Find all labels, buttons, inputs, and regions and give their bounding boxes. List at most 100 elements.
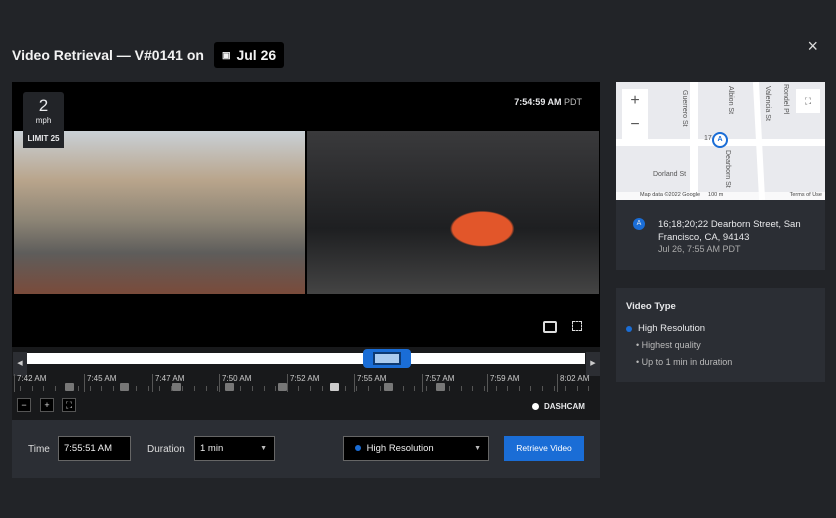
- camera-icon[interactable]: [225, 383, 234, 391]
- scroll-right-button[interactable]: ▶: [586, 352, 600, 376]
- time-input[interactable]: 7:55:51 AM: [58, 436, 131, 461]
- map-zoom-out[interactable]: −: [622, 113, 648, 137]
- timeline-minor-tick: [402, 386, 404, 391]
- timeline-label: 7:55 AM: [357, 374, 387, 383]
- fit-button[interactable]: ⛶: [62, 398, 76, 412]
- timeline-minor-tick: [54, 386, 56, 391]
- timeline-minor-tick: [147, 386, 149, 391]
- timeline-minor-tick: [263, 386, 265, 391]
- timeline-label: 7:45 AM: [87, 374, 117, 383]
- timeline-minor-tick: [518, 386, 520, 391]
- map-attribution: Map data ©2022 Google 100 m Terms of Use: [616, 192, 825, 200]
- timeline-minor-tick: [588, 386, 590, 391]
- timeline-minor-tick: [89, 386, 91, 391]
- timeline-tick: [219, 374, 220, 392]
- layout-grid-icon[interactable]: [543, 321, 557, 333]
- timeline-minor-tick: [576, 386, 578, 391]
- timeline-minor-tick: [252, 386, 253, 391]
- timeline-label: 7:52 AM: [290, 374, 320, 383]
- close-icon[interactable]: ×: [807, 36, 818, 57]
- timeline-label: 7:57 AM: [425, 374, 455, 383]
- timeline-minor-tick: [530, 386, 532, 391]
- timeline-minor-tick: [449, 386, 451, 391]
- camera-icon[interactable]: [172, 383, 181, 391]
- timeline-selection-handle[interactable]: [363, 349, 411, 368]
- duration-select[interactable]: 1 min ▼: [194, 436, 275, 461]
- timeline-minor-tick: [368, 386, 369, 391]
- timeline-minor-tick: [321, 386, 323, 391]
- timeline-minor-tick: [240, 386, 242, 391]
- timeline-tick: [557, 374, 558, 392]
- timeline-minor-tick: [275, 386, 277, 391]
- timeline-minor-tick: [310, 386, 311, 391]
- speed-value: 2: [38, 96, 49, 115]
- timeline-minor-tick: [205, 386, 207, 391]
- zoom-in-button[interactable]: +: [40, 398, 54, 412]
- camera-icon[interactable]: [384, 383, 393, 391]
- timeline-minor-tick: [356, 386, 358, 391]
- timeline-minor-tick: [101, 386, 103, 391]
- timeline-minor-tick: [553, 386, 555, 391]
- timeline-minor-tick: [78, 386, 79, 391]
- map[interactable]: Guerrero St Albion St Valencia St Rondel…: [616, 82, 825, 200]
- camera-icon[interactable]: [120, 383, 129, 391]
- timeline-minor-tick: [112, 386, 114, 391]
- camera-icon[interactable]: [65, 383, 74, 391]
- chevron-down-icon: ▼: [474, 445, 481, 452]
- map-zoom-controls[interactable]: + −: [622, 89, 648, 139]
- timeline-tick: [152, 374, 153, 392]
- timeline-minor-tick: [472, 386, 474, 391]
- chevron-down-icon: ▼: [260, 445, 267, 452]
- fullscreen-icon[interactable]: [572, 321, 582, 331]
- camera-icon[interactable]: [278, 383, 287, 391]
- timeline-minor-tick: [565, 386, 567, 391]
- retrieve-video-button[interactable]: Retrieve Video: [504, 436, 584, 461]
- bullet: • Up to 1 min in duration: [636, 357, 733, 367]
- timeline-minor-tick: [460, 386, 462, 391]
- location-address: 16;18;20;22 Dearborn Street, San Francis…: [658, 219, 801, 243]
- video-timestamp: 7:54:59 AM PDT: [514, 97, 582, 107]
- timeline-minor-tick: [426, 386, 427, 391]
- resolution-select[interactable]: High Resolution ▼: [343, 436, 489, 461]
- map-marker[interactable]: A: [712, 132, 728, 148]
- timeline-minor-tick: [298, 386, 300, 391]
- timeline-tick: [14, 374, 15, 392]
- timeline-minor-tick: [344, 386, 346, 391]
- map-fullscreen-icon[interactable]: ⛶: [796, 89, 820, 113]
- timeline-minor-tick: [20, 386, 21, 391]
- timeline-tick: [487, 374, 488, 392]
- time-label: Time: [28, 444, 50, 455]
- timeline-label: 7:59 AM: [490, 374, 520, 383]
- timeline-minor-tick: [43, 386, 45, 391]
- timeline-label: 7:42 AM: [17, 374, 47, 383]
- map-zoom-in[interactable]: +: [622, 89, 648, 113]
- timeline-tick: [422, 374, 423, 392]
- zoom-out-button[interactable]: −: [17, 398, 31, 412]
- timeline-minor-tick: [507, 386, 509, 391]
- timeline-label: 7:50 AM: [222, 374, 252, 383]
- timeline-tick: [354, 374, 355, 392]
- timeline-minor-tick: [484, 386, 485, 391]
- speed-limit: LIMIT 25: [23, 130, 64, 148]
- scroll-left-button[interactable]: ◀: [13, 352, 27, 376]
- timeline-minor-tick: [414, 386, 416, 391]
- dashcam-dot-icon: [532, 403, 539, 410]
- date-chip[interactable]: ▣ Jul 26: [213, 42, 285, 68]
- timeline-minor-tick: [136, 386, 137, 391]
- timeline-minor-tick: [194, 386, 195, 391]
- front-camera-view: [14, 131, 305, 294]
- duration-label: Duration: [147, 444, 185, 455]
- timeline-minor-tick: [217, 386, 219, 391]
- dashcam-legend: DASHCAM: [532, 402, 585, 411]
- resolution-dot-icon: [355, 445, 361, 451]
- timeline-minor-tick: [542, 386, 543, 391]
- timeline-minor-tick: [159, 386, 161, 391]
- camera-icon[interactable]: [330, 383, 339, 391]
- timeline-minor-tick: [379, 386, 381, 391]
- title-text: Video Retrieval — V#0141 on: [12, 47, 204, 63]
- timeline-minor-tick: [182, 386, 184, 391]
- location-time: Jul 26, 7:55 AM PDT: [658, 244, 741, 254]
- camera-icon[interactable]: [436, 383, 445, 391]
- speed-unit: mph: [35, 116, 52, 125]
- timeline-track[interactable]: [27, 353, 585, 364]
